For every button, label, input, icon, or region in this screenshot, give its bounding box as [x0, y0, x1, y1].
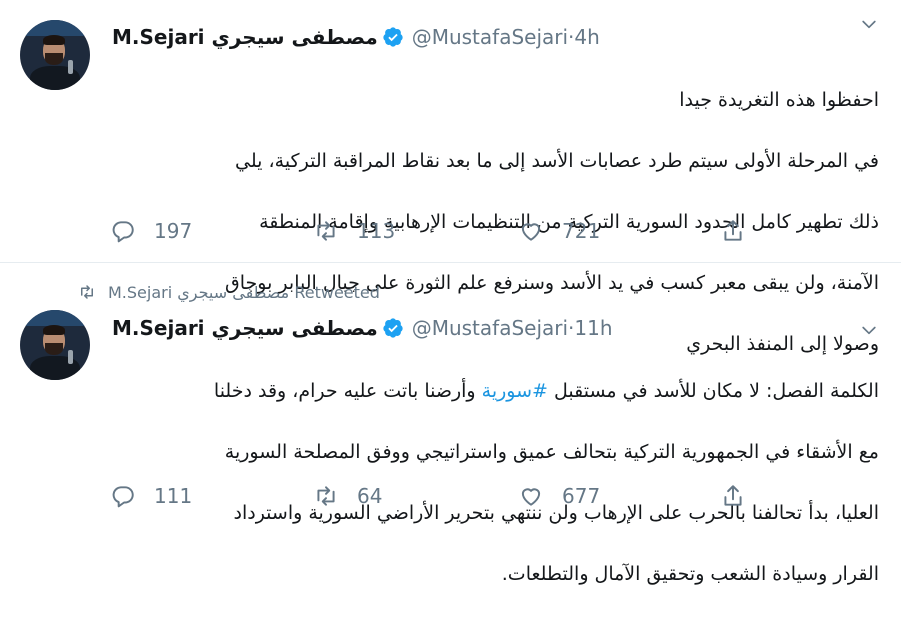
- like-button[interactable]: 677: [518, 483, 600, 509]
- display-name[interactable]: M.Sejari مصطفى سيجري: [112, 316, 378, 340]
- tweet-actions: 111 64 677: [110, 483, 750, 509]
- tweet-header: M.Sejari مصطفى سيجري @MustafaSejari · 11…: [112, 315, 613, 341]
- tweet-text-segment: الكلمة الفصل: لا مكان للأسد في مستقبل: [547, 379, 879, 402]
- share-icon: [724, 485, 742, 506]
- reply-button[interactable]: 197: [110, 218, 192, 244]
- tweet-text-line: القرار وسيادة الشعب وتحقيق الآمال والتطل…: [501, 562, 879, 585]
- retweet-icon: [317, 221, 335, 241]
- tweet-text-segment: وأرضنا باتت عليه حرام، وقد دخلنا: [213, 379, 482, 402]
- retweet-count: 113: [357, 219, 396, 243]
- retweet-icon: [81, 285, 93, 299]
- reply-count: 197: [154, 219, 193, 243]
- tweet-text-line: مع الأشقاء في الجمهورية التركية بتحالف ع…: [224, 440, 879, 463]
- tweet-header: M.Sejari مصطفى سيجري @MustafaSejari · 4h: [112, 24, 600, 50]
- like-count: 677: [562, 484, 601, 508]
- handle[interactable]: @MustafaSejari: [412, 25, 568, 49]
- tweet[interactable]: M.Sejari مصطفى سيجري Retweeted M.Sejari …: [0, 263, 901, 585]
- verified-badge-icon: [383, 318, 403, 338]
- tweet-text-line: احفظوا هذه التغريدة جيدا: [679, 88, 879, 111]
- display-name[interactable]: M.Sejari مصطفى سيجري: [112, 25, 378, 49]
- heart-icon: [521, 223, 541, 241]
- timestamp[interactable]: 4h: [574, 25, 599, 49]
- tweet-text-line: في المرحلة الأولى سيتم طرد عصابات الأسد …: [235, 149, 879, 172]
- retweet-context[interactable]: M.Sejari مصطفى سيجري Retweeted: [78, 281, 380, 303]
- hashtag-link[interactable]: #سورية: [482, 380, 548, 402]
- chevron-down-icon[interactable]: [859, 14, 879, 34]
- reply-button[interactable]: 111: [110, 483, 192, 509]
- chevron-down-icon[interactable]: [859, 320, 879, 340]
- tweet-actions: 197 113 721: [110, 218, 750, 244]
- reply-count: 111: [154, 484, 193, 508]
- retweet-context-label: M.Sejari مصطفى سيجري Retweeted: [108, 282, 380, 302]
- share-button[interactable]: [720, 218, 746, 244]
- heart-icon: [521, 488, 541, 506]
- avatar[interactable]: [20, 310, 90, 380]
- retweet-button[interactable]: 64: [313, 483, 382, 509]
- share-icon: [724, 220, 742, 241]
- retweet-button[interactable]: 113: [313, 218, 395, 244]
- share-button[interactable]: [720, 483, 746, 509]
- tweet[interactable]: M.Sejari مصطفى سيجري @MustafaSejari · 4h…: [0, 0, 901, 355]
- retweet-count: 64: [357, 484, 383, 508]
- retweet-icon: [317, 486, 335, 506]
- reply-icon: [112, 221, 134, 243]
- timestamp[interactable]: 11h: [574, 316, 612, 340]
- like-button[interactable]: 721: [518, 218, 600, 244]
- verified-badge-icon: [383, 27, 403, 47]
- avatar[interactable]: [20, 20, 90, 90]
- like-count: 721: [562, 219, 601, 243]
- handle[interactable]: @MustafaSejari: [412, 316, 568, 340]
- tweet-text-line: الكلمة الفصل: لا مكان للأسد في مستقبل #س…: [112, 376, 879, 407]
- reply-icon: [112, 486, 134, 508]
